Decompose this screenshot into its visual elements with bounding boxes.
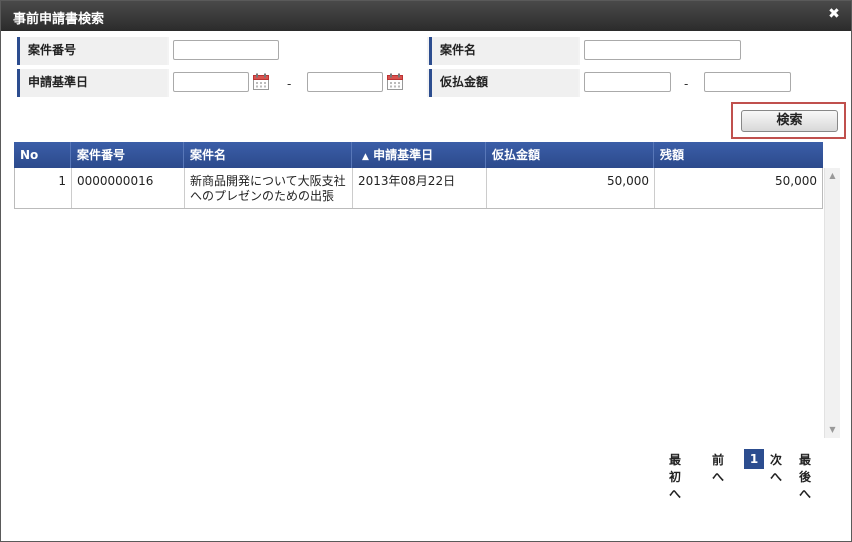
apply-date-from-input[interactable] (173, 72, 249, 92)
case-number-label: 案件番号 (17, 37, 167, 65)
date-range-separator: - (287, 77, 292, 91)
case-name-input[interactable] (584, 40, 741, 60)
case-number-cell (169, 37, 427, 65)
pager-current-page[interactable]: 1 (744, 449, 764, 469)
col-header-apply-date-label: 申請基準日 (373, 148, 434, 162)
col-header-no[interactable]: No (14, 142, 71, 168)
table-row[interactable]: 1 0000000016 新商品開発について大阪支社へのプレゼンのための出張 2… (14, 168, 823, 209)
grid-header: No 案件番号 案件名 ▲ 申請基準日 仮払金額 残額 (14, 142, 823, 168)
advance-amount-label: 仮払金額 (429, 69, 578, 97)
cell-balance: 50,000 (775, 174, 817, 188)
advance-amount-cell: - (580, 69, 838, 97)
pager-next-link[interactable]: 次へ (770, 451, 782, 485)
col-header-case-name[interactable]: 案件名 (184, 142, 352, 168)
search-button[interactable]: 検索 (741, 110, 838, 132)
results-grid: No 案件番号 案件名 ▲ 申請基準日 仮払金額 残額 1 0000000016… (14, 142, 840, 438)
dialog-title: 事前申請書検索 (13, 12, 105, 27)
grid-body: 1 0000000016 新商品開発について大阪支社へのプレゼンのための出張 2… (14, 168, 823, 438)
cell-case-number: 0000000016 (72, 168, 185, 208)
grid-scrollbar[interactable]: ▲ ▼ (824, 168, 840, 438)
scroll-down-icon[interactable]: ▼ (825, 422, 840, 438)
dialog-titlebar: 事前申請書検索 ✖ (1, 1, 851, 31)
col-header-balance[interactable]: 残額 (654, 142, 823, 168)
case-number-input[interactable] (173, 40, 279, 60)
sort-asc-icon: ▲ (362, 152, 369, 162)
pager-prev-link[interactable]: 前へ (712, 451, 724, 485)
search-button-highlight: 検索 (731, 102, 846, 139)
col-header-advance-amount[interactable]: 仮払金額 (486, 142, 654, 168)
apply-date-to-input[interactable] (307, 72, 383, 92)
col-header-case-number[interactable]: 案件番号 (71, 142, 184, 168)
col-header-apply-date[interactable]: ▲ 申請基準日 (352, 142, 486, 168)
case-name-cell (580, 37, 838, 65)
form-row-2: 申請基準日 - 仮払金額 - (17, 69, 838, 97)
calendar-icon[interactable] (387, 73, 403, 90)
amount-from-input[interactable] (584, 72, 671, 92)
form-row-1: 案件番号 案件名 (17, 37, 838, 65)
pager-last-link[interactable]: 最後へ (799, 451, 811, 502)
case-name-label: 案件名 (429, 37, 578, 65)
cell-no: 1 (15, 168, 72, 208)
apply-date-cell: - (169, 69, 427, 97)
cell-advance-amount: 50,000 (487, 168, 655, 208)
cell-apply-date: 2013年08月22日 (353, 168, 487, 208)
cell-case-name: 新商品開発について大阪支社へのプレゼンのための出張 (185, 168, 353, 208)
pager-first-link[interactable]: 最初へ (669, 451, 681, 502)
amount-to-input[interactable] (704, 72, 791, 92)
apply-date-label: 申請基準日 (17, 69, 167, 97)
calendar-icon[interactable] (253, 73, 269, 90)
search-dialog: 事前申請書検索 ✖ 案件番号 案件名 申請基準日 - 仮払金額 - 検索 No … (0, 0, 852, 542)
amount-range-separator: - (684, 77, 689, 91)
close-icon[interactable]: ✖ (827, 7, 841, 21)
search-form: 案件番号 案件名 申請基準日 - 仮払金額 - (17, 37, 838, 99)
scroll-up-icon[interactable]: ▲ (825, 168, 840, 184)
